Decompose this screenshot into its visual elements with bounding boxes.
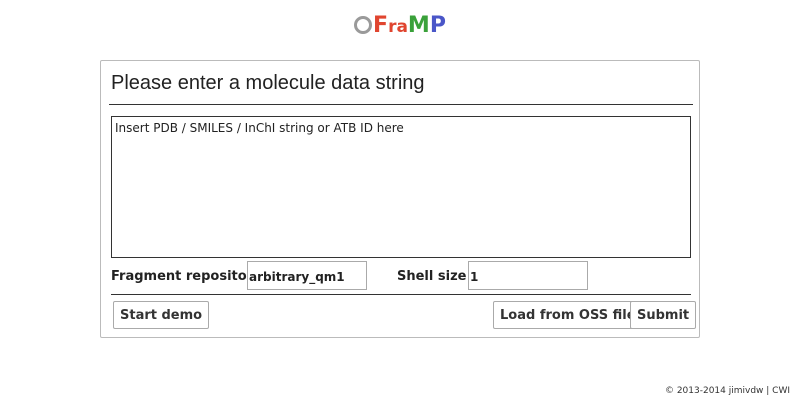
app-logo: FraMP [0, 12, 800, 40]
load-oss-file-button[interactable]: Load from OSS file [493, 301, 643, 329]
submit-button[interactable]: Submit [630, 301, 697, 329]
button-divider [111, 294, 691, 295]
logo-letter-m: M [407, 13, 430, 38]
shell-size-label: Shell size [397, 269, 467, 284]
panel-title: Please enter a molecule data string [111, 72, 425, 94]
fragment-repository-input[interactable] [247, 261, 367, 290]
molecule-data-input[interactable] [111, 116, 691, 258]
molecule-input-panel: Please enter a molecule data string Frag… [100, 60, 700, 338]
footer-credit: © 2013-2014 jimivdw | CWI [664, 386, 790, 396]
logo-ring-icon [354, 16, 373, 34]
fragment-repository-label: Fragment repository [111, 269, 262, 284]
logo-letter-f: F [373, 13, 389, 38]
logo-letters-ra: ra [388, 17, 408, 37]
logo-letter-p: P [429, 13, 446, 38]
start-demo-button[interactable]: Start demo [113, 301, 210, 329]
shell-size-input[interactable] [468, 261, 588, 290]
title-divider [109, 104, 693, 105]
